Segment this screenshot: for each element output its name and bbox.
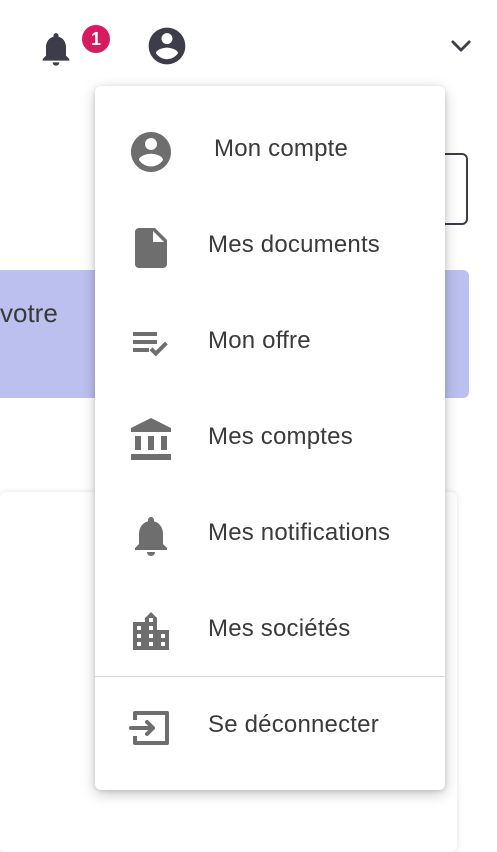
- menu-item-label: Mes notifications: [208, 519, 391, 546]
- expand-menu-button[interactable]: [446, 32, 476, 60]
- bell-icon: [135, 517, 167, 556]
- account-dropdown-menu: Mon compte Mes documents Mon offre Mes c…: [95, 86, 445, 790]
- account-circle-icon: [148, 27, 186, 65]
- notification-count-badge: 1: [80, 23, 112, 55]
- menu-item-label: Mes sociétés: [208, 615, 351, 642]
- chevron-down-icon: [451, 40, 471, 52]
- menu-divider: [95, 676, 445, 677]
- menu-item-label: Mes documents: [208, 231, 381, 258]
- top-bar: 1: [0, 0, 497, 90]
- menu-item-mon-compte[interactable]: Mon compte: [95, 104, 445, 200]
- menu-item-label: Mon offre: [208, 327, 311, 354]
- account-circle-icon: [131, 132, 171, 172]
- menu-item-label: Mon compte: [214, 135, 349, 162]
- menu-item-mes-societes[interactable]: Mes sociétés: [95, 584, 445, 680]
- menu-item-mes-documents[interactable]: Mes documents: [95, 200, 445, 296]
- menu-item-mes-notifications[interactable]: Mes notifications: [95, 488, 445, 584]
- document-icon: [135, 228, 167, 268]
- menu-item-mes-comptes[interactable]: Mes comptes: [95, 392, 445, 488]
- menu-item-label: Se déconnecter: [208, 711, 379, 738]
- menu-item-mon-offre[interactable]: Mon offre: [95, 296, 445, 392]
- account-menu-button[interactable]: [145, 24, 189, 68]
- menu-item-label: Mes comptes: [208, 423, 353, 450]
- menu-item-se-deconnecter[interactable]: Se déconnecter: [95, 680, 445, 776]
- bell-icon: [42, 33, 70, 66]
- notifications-button[interactable]: [36, 26, 76, 72]
- building-icon: [133, 612, 169, 650]
- playlist-check-icon: [133, 332, 168, 357]
- bank-icon: [131, 418, 171, 460]
- info-banner-text: votre: [0, 298, 58, 328]
- logout-icon: [129, 711, 169, 745]
